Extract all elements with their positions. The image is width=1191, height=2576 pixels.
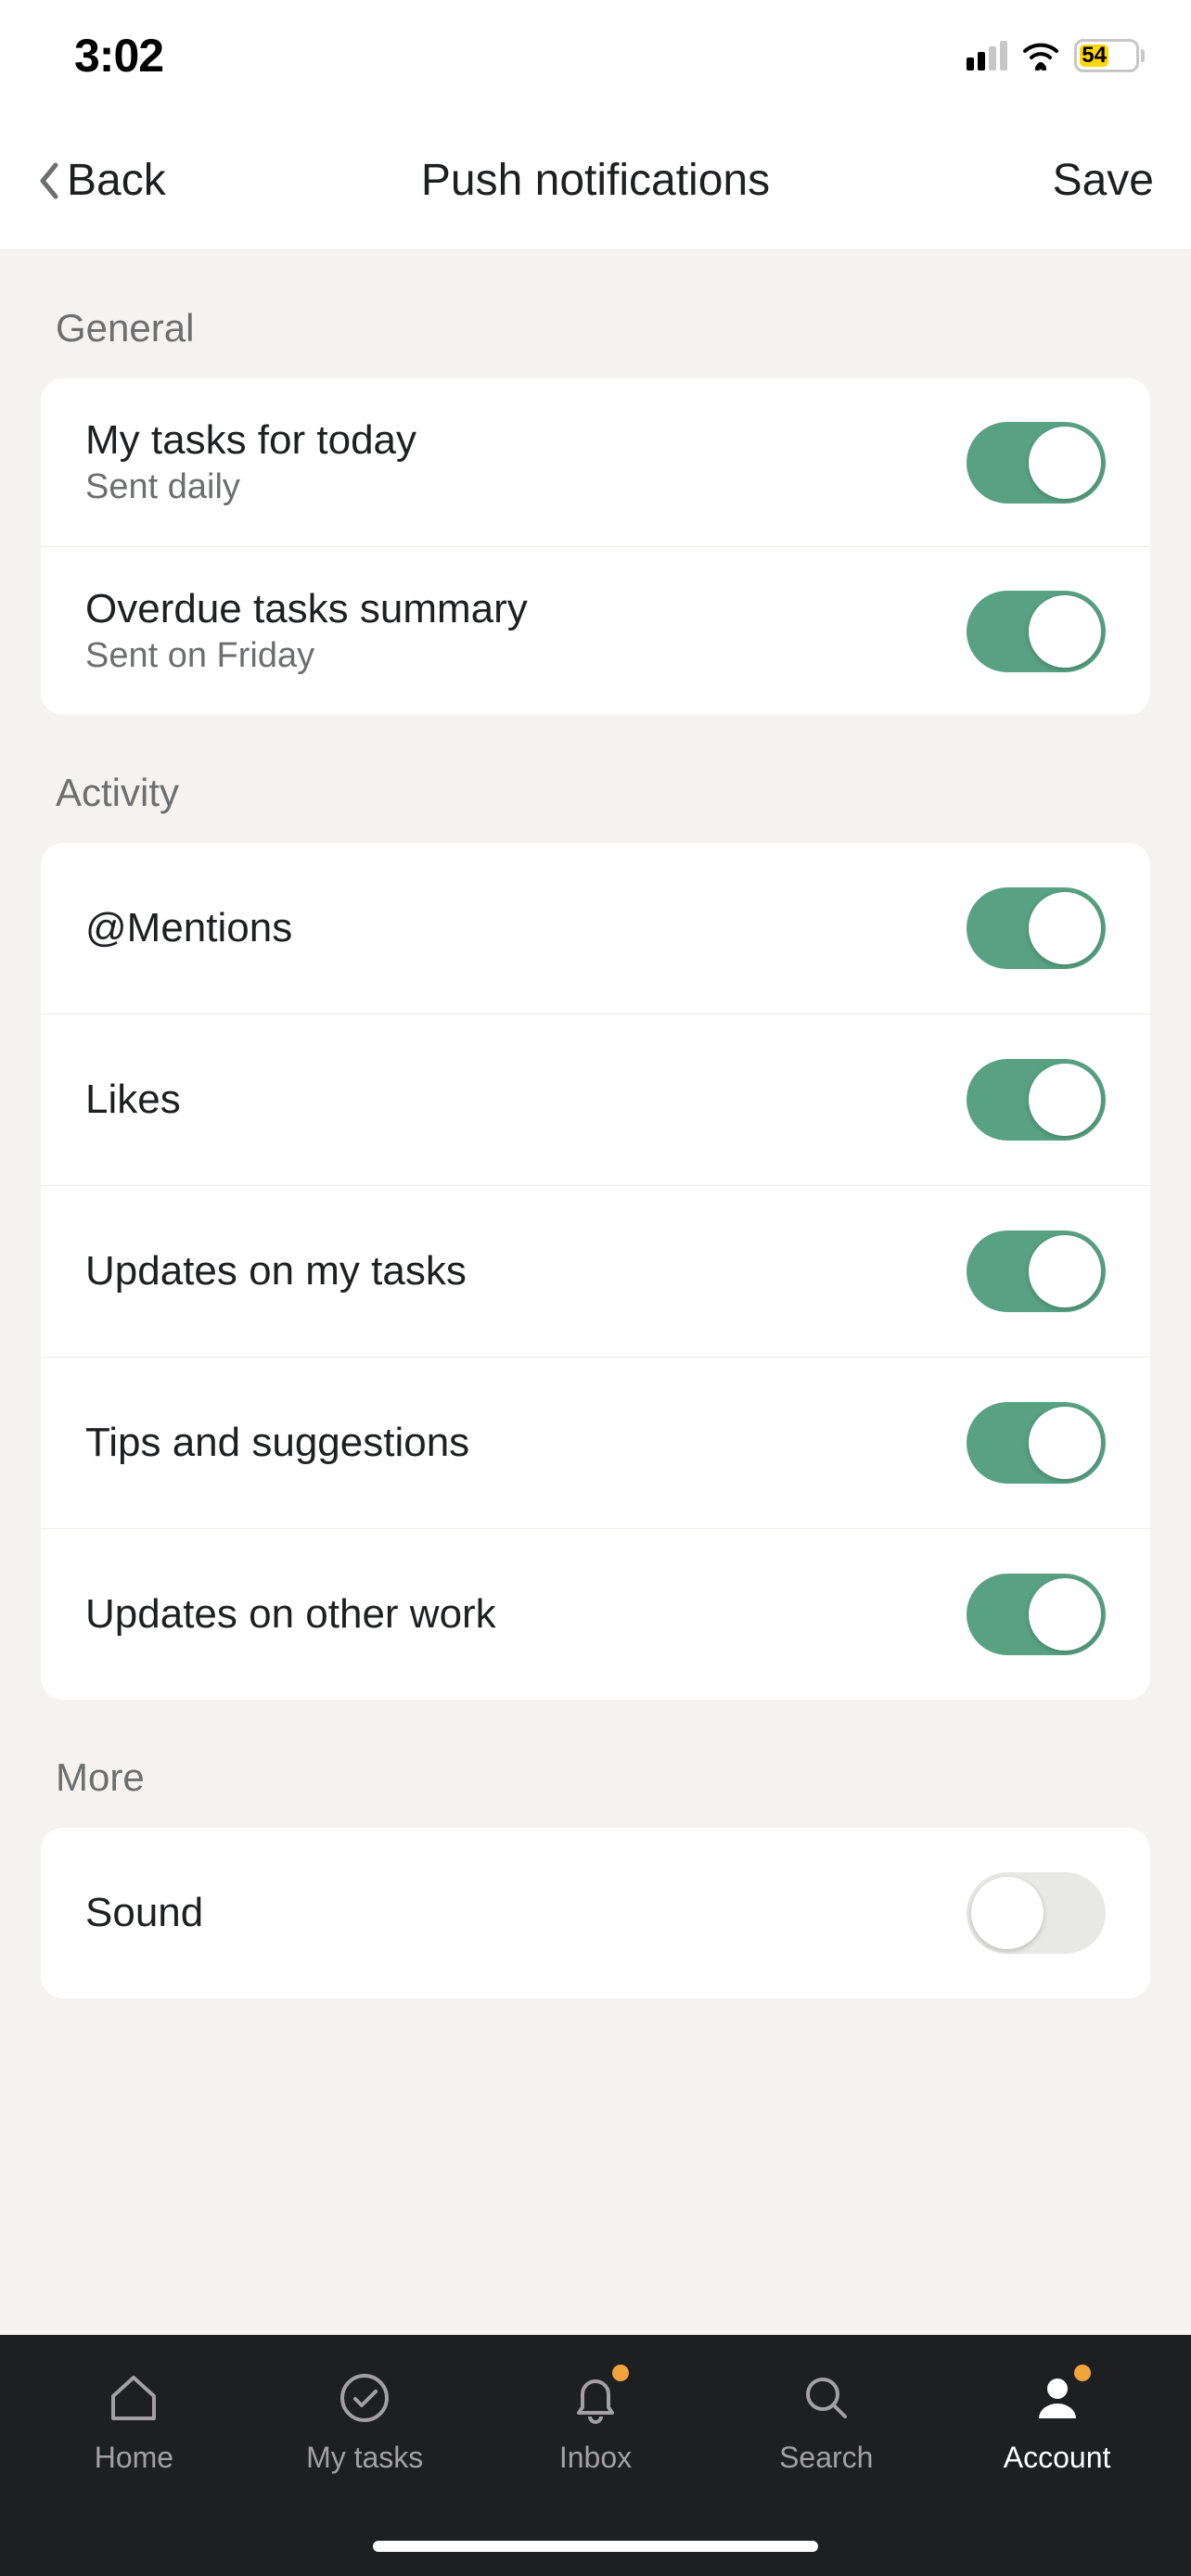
battery-indicator: 54 xyxy=(1074,39,1145,72)
back-button[interactable]: Back xyxy=(37,155,166,206)
notification-badge xyxy=(612,2365,629,2381)
battery-percentage: 54 xyxy=(1080,45,1108,67)
row-title: @Mentions xyxy=(85,905,292,951)
toggle-sound[interactable] xyxy=(967,1872,1106,1954)
tab-account[interactable]: Account xyxy=(955,2368,1159,2475)
toggle-mentions[interactable] xyxy=(967,887,1106,969)
row-title: Tips and suggestions xyxy=(85,1420,469,1466)
home-icon xyxy=(104,2368,163,2428)
row-title: Updates on other work xyxy=(85,1591,496,1638)
bell-icon xyxy=(566,2368,625,2428)
save-button[interactable]: Save xyxy=(1053,155,1154,206)
back-label: Back xyxy=(67,155,166,206)
row-mentions: @Mentions xyxy=(41,843,1150,1014)
row-tips: Tips and suggestions xyxy=(41,1358,1150,1529)
page-title: Push notifications xyxy=(421,155,770,206)
row-title: Sound xyxy=(85,1890,203,1936)
toggle-tips[interactable] xyxy=(967,1402,1106,1484)
section-header-more: More xyxy=(0,1728,1191,1818)
tab-my-tasks[interactable]: My tasks xyxy=(263,2368,467,2475)
tab-label: Search xyxy=(779,2441,873,2475)
row-subtitle: Sent on Friday xyxy=(85,636,528,676)
row-overdue-summary: Overdue tasks summary Sent on Friday xyxy=(41,547,1150,715)
tab-label: Home xyxy=(95,2441,173,2475)
row-title: My tasks for today xyxy=(85,417,416,464)
toggle-likes[interactable] xyxy=(967,1059,1106,1141)
check-circle-icon xyxy=(335,2368,394,2428)
cellular-signal-icon xyxy=(967,41,1007,70)
tab-label: My tasks xyxy=(306,2441,423,2475)
row-subtitle: Sent daily xyxy=(85,467,416,507)
row-title: Updates on my tasks xyxy=(85,1248,467,1294)
row-title: Likes xyxy=(85,1077,181,1123)
row-title: Overdue tasks summary xyxy=(85,586,528,632)
tab-search[interactable]: Search xyxy=(724,2368,928,2475)
section-header-general: General xyxy=(0,278,1191,369)
section-header-activity: Activity xyxy=(0,743,1191,834)
tab-label: Account xyxy=(1004,2441,1111,2475)
row-my-tasks-today: My tasks for today Sent daily xyxy=(41,378,1150,547)
toggle-updates-my-tasks[interactable] xyxy=(967,1231,1106,1312)
card-general: My tasks for today Sent daily Overdue ta… xyxy=(41,378,1150,715)
content-scroll[interactable]: General My tasks for today Sent daily Ov… xyxy=(0,250,1191,2335)
home-indicator[interactable] xyxy=(373,2541,818,2552)
status-time: 3:02 xyxy=(74,29,163,83)
nav-header: Back Push notifications Save xyxy=(0,111,1191,250)
chevron-left-icon xyxy=(37,161,61,200)
row-sound: Sound xyxy=(41,1828,1150,1998)
card-more: Sound xyxy=(41,1828,1150,1998)
status-indicators: 54 xyxy=(967,39,1145,72)
row-updates-other: Updates on other work xyxy=(41,1529,1150,1700)
tab-inbox[interactable]: Inbox xyxy=(493,2368,698,2475)
tab-label: Inbox xyxy=(559,2441,632,2475)
status-bar: 3:02 54 xyxy=(0,0,1191,111)
notification-badge xyxy=(1074,2365,1091,2381)
tab-bar: Home My tasks Inbox Search Account xyxy=(0,2335,1191,2576)
person-icon xyxy=(1028,2368,1087,2428)
toggle-overdue-summary[interactable] xyxy=(967,591,1106,672)
wifi-icon xyxy=(1020,41,1061,70)
toggle-updates-other[interactable] xyxy=(967,1574,1106,1655)
row-likes: Likes xyxy=(41,1014,1150,1186)
toggle-my-tasks-today[interactable] xyxy=(967,422,1106,504)
search-icon xyxy=(797,2368,856,2428)
tab-home[interactable]: Home xyxy=(32,2368,236,2475)
card-activity: @Mentions Likes Updates on my tasks Tips… xyxy=(41,843,1150,1700)
row-updates-my-tasks: Updates on my tasks xyxy=(41,1186,1150,1358)
